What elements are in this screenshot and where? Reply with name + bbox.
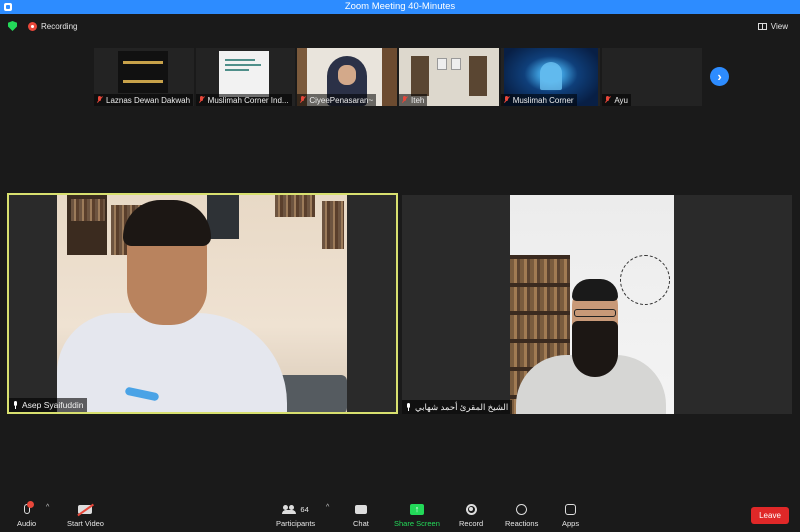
reactions-label: Reactions [505,519,539,528]
chat-icon [354,504,367,514]
participant-thumbnail[interactable]: Laznas Dewan Dakwah [94,48,194,106]
participants-label: Participants [276,519,316,528]
participant-name: Laznas Dewan Dakwah [106,95,191,105]
participant-thumbnail[interactable]: Muslimah Corner Ind... [195,48,296,106]
meeting-top-strip: Recording View [0,14,800,38]
mic-muted-icon [503,96,510,104]
participant-thumbnail[interactable]: Iteh [399,48,499,106]
record-label: Record [459,519,484,528]
reactions-button[interactable]: Reactions [505,502,538,528]
participant-name: Iteh [411,95,425,105]
recording-icon [28,21,37,31]
organization-logo [118,51,168,93]
participant-tile[interactable]: الشيخ المقرئ أحمد شهابي [402,195,792,414]
thumbnail-name-bar: Muslimah Corner [500,94,577,106]
participant-name: Muslimah Corner [512,95,574,105]
participant-thumbnail[interactable]: CiyeePenasaran~ [297,48,398,106]
recording-label: Recording [41,21,78,31]
share-screen-label: Share Screen [394,519,440,528]
mic-muted-icon [604,96,611,104]
record-button[interactable]: Record [459,502,483,528]
apps-button[interactable]: Apps [562,502,579,528]
audio-button[interactable]: Audio [17,501,37,528]
thumbnail-name-bar: CiyeePenasaran~ [297,94,377,106]
tile-name-bar: Asep Syaifuddin [9,398,88,412]
participant-video [57,195,347,412]
mic-muted-icon [401,96,408,104]
chat-button[interactable]: Chat [353,502,369,528]
view-grid-icon [757,22,767,30]
share-screen-icon: ↑ [409,503,424,515]
participant-name: Asep Syaifuddin [22,400,84,410]
thumbnail-name-bar: Iteh [399,94,428,106]
participant-name: CiyeePenasaran~ [309,95,374,105]
active-speaker-tile[interactable]: Asep Syaifuddin [7,193,398,414]
mic-icon [405,403,412,411]
audio-options-caret-icon[interactable]: ^ [46,504,49,511]
share-screen-button[interactable]: ↑ Share Screen [394,502,440,528]
participant-thumbnail-strip: Laznas Dewan Dakwah Muslimah Corner Ind.… [94,48,703,106]
audio-label: Audio [17,519,37,528]
video-off-icon [78,504,93,514]
mic-icon [12,401,19,409]
participant-name: Ayu [614,95,628,105]
chat-label: Chat [353,519,369,528]
thumbnail-name-bar: Laznas Dewan Dakwah [94,94,194,106]
mic-muted-icon [299,96,306,104]
recording-indicator[interactable]: Recording [28,20,77,32]
view-button[interactable]: View [757,20,788,32]
participant-thumbnail[interactable]: Muslimah Corner [500,48,601,106]
record-icon [465,503,477,515]
window-title-bar: Zoom Meeting 40-Minutes [0,0,800,14]
apps-label: Apps [562,519,580,528]
thumbnail-name-bar: Muslimah Corner Ind... [195,94,292,106]
participant-video [510,195,674,414]
participants-count: 64 [300,504,309,514]
view-label: View [770,21,788,31]
next-page-arrow-icon[interactable]: › [710,67,729,86]
participants-button[interactable]: 64 Participants [276,502,315,528]
mic-muted-icon [198,96,205,104]
participants-icon [282,504,297,514]
participant-name: Muslimah Corner Ind... [207,95,289,105]
window-title: Zoom Meeting 40-Minutes [344,1,456,12]
participant-thumbnail[interactable]: Ayu [602,48,703,106]
meeting-toolbar: Audio ^ Start Video 64 Participants ^ Ch… [0,498,800,532]
zoom-app-icon [4,3,12,11]
shared-document-image [218,51,269,97]
apps-icon [565,503,577,515]
start-video-button[interactable]: Start Video [67,502,104,528]
reactions-icon [516,503,528,515]
mic-icon [23,501,34,514]
participants-options-caret-icon[interactable]: ^ [326,504,329,511]
participant-name: الشيخ المقرئ أحمد شهابي [415,401,509,412]
shield-icon[interactable] [8,21,17,31]
leave-button[interactable]: Leave [751,507,789,524]
mic-muted-icon [96,96,103,104]
tile-name-bar: الشيخ المقرئ أحمد شهابي [402,400,513,414]
thumbnail-name-bar: Ayu [602,94,631,106]
start-video-label: Start Video [67,519,104,528]
